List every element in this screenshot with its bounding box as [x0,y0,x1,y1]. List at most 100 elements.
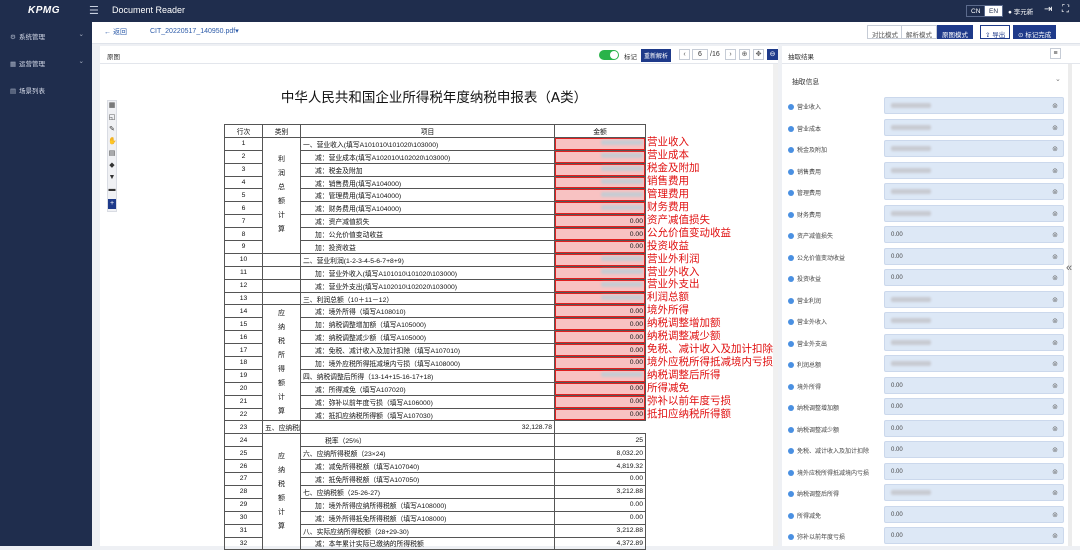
locate-icon[interactable]: ⊚ [1052,253,1058,261]
panel-menu-icon[interactable]: ≡ [1050,48,1061,59]
locate-icon[interactable]: ⊚ [1052,274,1058,282]
logout-icon[interactable]: ⇥ [1044,4,1052,15]
expand-panel-icon[interactable]: « [1066,262,1072,274]
locate-icon[interactable]: ⊚ [1052,446,1058,454]
locate-icon[interactable]: ⊚ [1052,468,1058,476]
field-value-input[interactable]: ⊚ [884,140,1064,157]
locate-icon[interactable]: ⊚ [1052,145,1058,153]
field-value-input[interactable]: 0.00 ⊚ [884,462,1064,480]
locate-icon[interactable]: ⊚ [1052,403,1058,411]
field-value-input[interactable]: 0.00 ⊚ [884,527,1064,544]
zoom-search-icon[interactable]: ⊖ [767,49,778,60]
amount-cell[interactable] [554,136,646,151]
field-value-input[interactable]: 0.00 ⊚ [884,247,1064,265]
locate-icon[interactable]: ⊚ [1052,102,1058,110]
add-tool-icon[interactable]: + [108,199,116,209]
amount-cell[interactable]: 0.00 [554,356,646,370]
panel-scrollbar[interactable] [1068,64,1072,546]
original-mode-button[interactable]: 原图模式 [937,25,973,39]
fullscreen-icon[interactable]: ⛶ [1062,4,1069,15]
field-value-input[interactable]: 0.00 ⊚ [884,398,1064,415]
amount-cell[interactable]: 0.00 [554,304,646,319]
amount-cell[interactable] [554,175,646,190]
mark-toggle[interactable] [599,50,619,60]
field-value-input[interactable]: ⊚ [884,290,1064,308]
field-value-input[interactable]: 0.00 ⊚ [884,441,1064,458]
file-selector[interactable]: CIT_20220517_140950.pdf▾ [150,27,239,35]
field-value-input[interactable]: ⊚ [884,333,1064,351]
amount-cell[interactable]: 4,819.32 [554,459,646,474]
amount-cell[interactable] [554,252,646,267]
chevron-down-icon[interactable]: ⌄ [1055,75,1061,83]
eraser-tool-icon[interactable]: ◆ [108,161,116,171]
locate-icon[interactable]: ⊚ [1052,210,1058,218]
amount-cell[interactable]: 0.00 [554,394,646,409]
lang-cn-button[interactable]: CN [966,5,986,17]
amount-cell[interactable]: 0.00 [554,240,646,254]
amount-cell[interactable]: 0.00 [554,214,646,229]
amount-cell[interactable] [554,291,646,306]
amount-cell[interactable]: 0.00 [554,497,646,512]
field-value-input[interactable]: 0.00 ⊚ [884,226,1064,243]
locate-icon[interactable]: ⊚ [1052,382,1058,390]
locate-icon[interactable]: ⊚ [1052,489,1058,497]
mark-done-button[interactable]: ⊙ 标记完成 [1013,25,1057,39]
locate-icon[interactable]: ⊚ [1052,296,1058,304]
zoom-in-icon[interactable]: ⊕ [739,49,750,60]
note-tool-icon[interactable]: ▤ [108,149,116,159]
amount-cell[interactable]: 0.00 [554,227,646,242]
field-value-input[interactable]: 0.00 ⊚ [884,376,1064,394]
amount-cell[interactable]: 0.00 [554,407,646,422]
locate-icon[interactable]: ⊚ [1052,360,1058,368]
field-value-input[interactable]: ⊚ [884,484,1064,501]
amount-cell[interactable]: 8,032.20 [554,446,646,461]
parse-mode-button[interactable]: 解析模式 [901,25,937,39]
amount-cell[interactable] [554,265,646,280]
back-link[interactable]: ← 返回 [104,27,127,37]
amount-cell[interactable] [554,278,646,293]
sidebar-item-operations[interactable]: ▦ 运营管理 ⌄ [0,50,92,74]
compare-mode-button[interactable]: 对比模式 [867,25,903,39]
locate-icon[interactable]: ⊚ [1052,231,1058,239]
rect-tool-icon[interactable]: ◱ [108,113,116,123]
user-menu[interactable]: ● 李元新 [1008,6,1033,16]
amount-cell[interactable]: 0.00 [554,381,646,396]
locate-icon[interactable]: ⊚ [1052,167,1058,175]
field-value-input[interactable]: ⊚ [884,204,1064,222]
hamburger-menu-icon[interactable]: ☰ [89,4,99,17]
amount-cell[interactable]: 32,128.78 [300,420,555,435]
field-value-input[interactable]: ⊚ [884,97,1064,114]
marker-tool-icon[interactable]: ▼ [108,173,116,183]
page-input[interactable]: 6 [692,49,708,60]
amount-cell[interactable]: 0.00 [554,510,646,525]
field-value-input[interactable]: ⊚ [884,118,1064,136]
amount-cell[interactable] [554,162,646,177]
pen-tool-icon[interactable]: ✎ [108,125,116,135]
locate-icon[interactable]: ⊚ [1052,425,1058,433]
field-value-input[interactable]: ⊚ [884,183,1064,200]
prev-page-button[interactable]: ‹ [679,49,690,60]
reparse-button[interactable]: 重新解析 [641,49,672,62]
amount-cell[interactable] [554,188,646,203]
amount-cell[interactable]: 0.00 [554,343,646,358]
amount-cell[interactable]: 0.00 [554,472,646,486]
export-button[interactable]: ⇪ 导出 [980,25,1011,39]
amount-cell[interactable] [554,368,646,383]
amount-cell[interactable]: 25 [554,433,646,448]
locate-icon[interactable]: ⊚ [1052,511,1058,519]
locate-icon[interactable]: ⊚ [1052,532,1058,540]
field-value-input[interactable]: 0.00 ⊚ [884,419,1064,437]
amount-cell[interactable]: 0.00 [554,317,646,332]
locate-icon[interactable]: ⊚ [1052,188,1058,196]
hand-tool-icon[interactable]: ✋ [108,137,117,147]
locate-icon[interactable]: ⊚ [1052,317,1058,325]
field-value-input[interactable]: 0.00 ⊚ [884,269,1064,286]
fit-page-icon[interactable]: ✥ [753,49,764,60]
next-page-button[interactable]: › [725,49,736,60]
locate-icon[interactable]: ⊚ [1052,339,1058,347]
comment-tool-icon[interactable]: ▬ [108,185,116,195]
sidebar-item-system[interactable]: ⚙ 系统管理 ⌄ [0,23,92,47]
field-value-input[interactable]: ⊚ [884,355,1064,372]
amount-cell[interactable] [554,201,646,216]
lang-en-button[interactable]: EN [984,5,1004,17]
